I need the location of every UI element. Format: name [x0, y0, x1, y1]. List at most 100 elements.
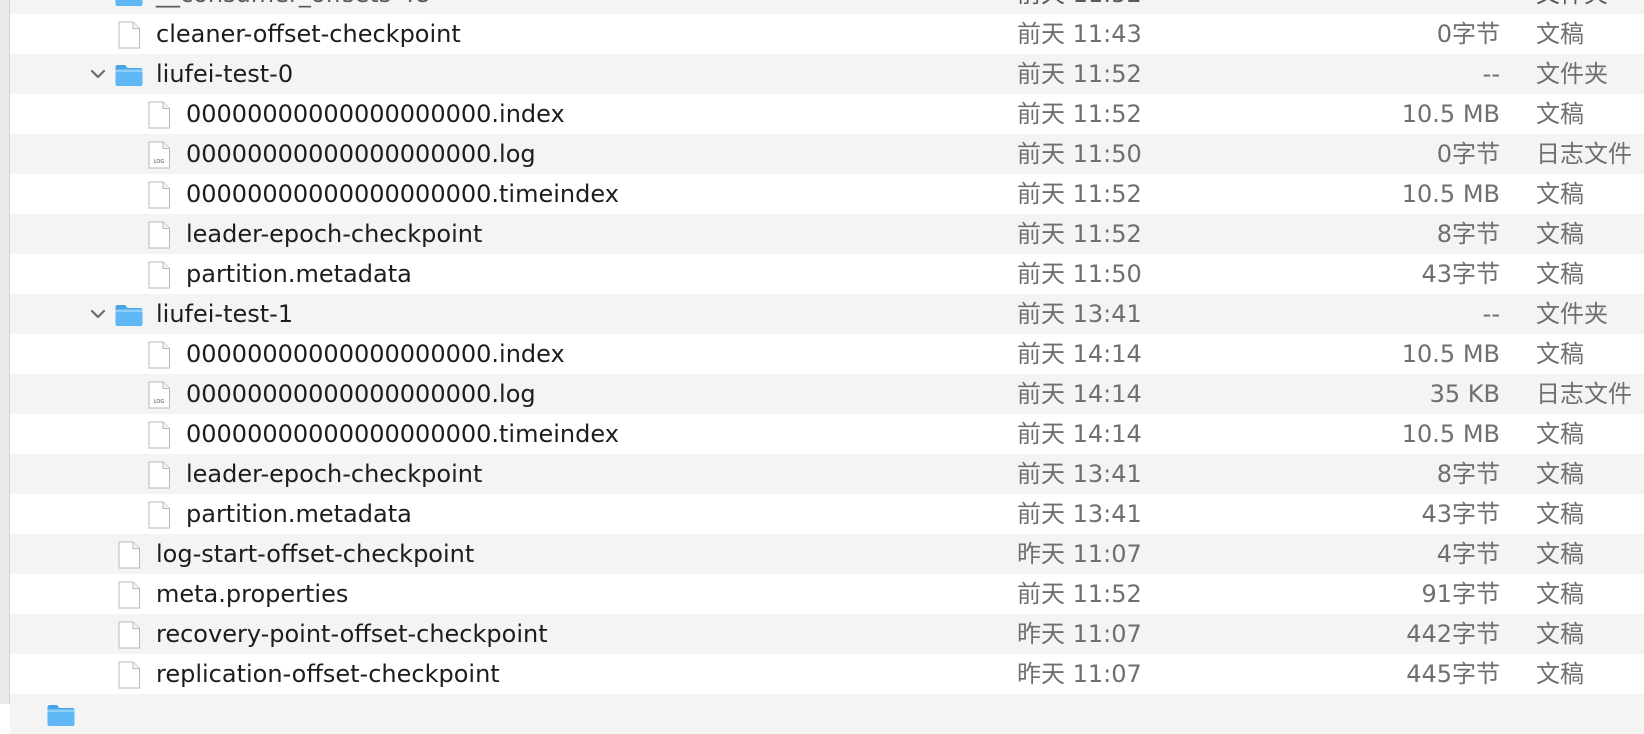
file-size: 43字节: [1421, 260, 1500, 288]
file-row[interactable]: partition.metadata 前天 13:41 43字节 文稿: [10, 494, 1644, 534]
date-modified: 前天 11:52: [1017, 580, 1142, 608]
file-row[interactable]: recovery-point-offset-checkpoint 昨天 11:07…: [10, 614, 1644, 654]
file-size: 10.5 MB: [1401, 180, 1500, 208]
file-row[interactable]: 00000000000000000000.index 前天 14:14 10.5 M…: [10, 334, 1644, 374]
file-kind: 文稿: [1536, 340, 1584, 368]
date-modified: 前天 11:52: [1017, 0, 1142, 14]
file-kind: 文稿: [1536, 420, 1584, 448]
log-badge-text: LOG: [154, 399, 165, 405]
date-modified: 前天 14:14: [1017, 420, 1142, 448]
file-size: 91字节: [1421, 580, 1500, 608]
folder-row[interactable]: [10, 694, 1644, 734]
chevron-down-icon[interactable]: [87, 0, 109, 5]
file-list: __consumer_offsets-48 前天 11:52 文件夹 cleaner…: [10, 0, 1644, 734]
date-modified: 昨天 11:07: [1017, 660, 1142, 688]
file-row[interactable]: replication-offset-checkpoint 昨天 11:07 445…: [10, 654, 1644, 694]
file-kind: 文稿: [1536, 260, 1584, 288]
file-name: 00000000000000000000.log: [186, 380, 536, 408]
log-file-icon: LOG: [147, 141, 171, 169]
document-icon: [147, 461, 171, 489]
date-modified: 前天 13:41: [1017, 500, 1142, 528]
file-kind: 文稿: [1536, 220, 1584, 248]
file-name: log-start-offset-checkpoint: [156, 540, 475, 568]
date-modified: 前天 11:52: [1017, 180, 1142, 208]
file-row[interactable]: 00000000000000000000.index 前天 11:52 10.5 M…: [10, 94, 1644, 134]
file-size: 445字节: [1406, 660, 1500, 688]
window-left-edge: [0, 0, 10, 704]
date-modified: 前天 14:14: [1017, 380, 1142, 408]
file-row[interactable]: LOG 00000000000000000000.log 前天 11:50 0字节 日…: [10, 134, 1644, 174]
file-size: 8字节: [1436, 220, 1500, 248]
file-size: 8字节: [1436, 460, 1500, 488]
file-row[interactable]: log-start-offset-checkpoint 昨天 11:07 4字节 文稿: [10, 534, 1644, 574]
file-name: leader-epoch-checkpoint: [186, 460, 483, 488]
file-kind: 文稿: [1536, 20, 1584, 48]
folder-icon: [114, 303, 144, 327]
file-kind: 文稿: [1536, 660, 1584, 688]
log-file-icon: LOG: [147, 381, 171, 409]
date-modified: 前天 11:50: [1017, 140, 1142, 168]
file-name: leader-epoch-checkpoint: [186, 220, 483, 248]
folder-icon: [46, 703, 76, 727]
file-size: 10.5 MB: [1401, 100, 1500, 128]
file-kind: 文稿: [1536, 180, 1584, 208]
folder-icon: [114, 0, 144, 7]
file-kind: 文稿: [1536, 460, 1584, 488]
file-name: 00000000000000000000.index: [186, 100, 565, 128]
file-name: recovery-point-offset-checkpoint: [156, 620, 548, 648]
file-size: 4字节: [1436, 540, 1500, 568]
file-size: 10.5 MB: [1401, 340, 1500, 368]
date-modified: 前天 11:52: [1017, 60, 1142, 88]
file-name: partition.metadata: [186, 500, 412, 528]
file-name: 00000000000000000000.index: [186, 340, 565, 368]
folder-row[interactable]: liufei-test-0 前天 11:52 -- 文件夹: [10, 54, 1644, 94]
date-modified: 前天 11:43: [1017, 20, 1142, 48]
folder-row[interactable]: liufei-test-1 前天 13:41 -- 文件夹: [10, 294, 1644, 334]
folder-row[interactable]: __consumer_offsets-48 前天 11:52 文件夹: [10, 0, 1644, 14]
document-icon: [147, 181, 171, 209]
document-icon: [147, 101, 171, 129]
file-name: partition.metadata: [186, 260, 412, 288]
file-row[interactable]: meta.properties 前天 11:52 91字节 文稿: [10, 574, 1644, 614]
file-row[interactable]: leader-epoch-checkpoint 前天 11:52 8字节 文稿: [10, 214, 1644, 254]
file-kind: 日志文件: [1536, 140, 1632, 168]
file-size: 0字节: [1436, 20, 1500, 48]
file-kind: 文件夹: [1536, 0, 1608, 14]
file-row[interactable]: cleaner-offset-checkpoint 前天 11:43 0字节 文稿: [10, 14, 1644, 54]
date-modified: 前天 11:50: [1017, 260, 1142, 288]
document-icon: [147, 341, 171, 369]
date-modified: 昨天 11:07: [1017, 540, 1142, 568]
document-icon: [147, 501, 171, 529]
file-size: --: [1482, 60, 1500, 88]
chevron-down-icon[interactable]: [87, 63, 109, 85]
file-name: 00000000000000000000.log: [186, 140, 536, 168]
date-modified: 前天 14:14: [1017, 340, 1142, 368]
file-name: __consumer_offsets-48: [156, 0, 430, 14]
log-badge-text: LOG: [154, 159, 165, 165]
file-size: --: [1482, 300, 1500, 328]
date-modified: 前天 13:41: [1017, 460, 1142, 488]
file-size: 43字节: [1421, 500, 1500, 528]
document-icon: [117, 621, 141, 649]
file-kind: 文稿: [1536, 540, 1584, 568]
file-kind: 日志文件: [1536, 380, 1632, 408]
file-name: liufei-test-1: [156, 300, 294, 328]
file-name: liufei-test-0: [156, 60, 294, 88]
chevron-down-icon[interactable]: [87, 303, 109, 325]
file-row[interactable]: partition.metadata 前天 11:50 43字节 文稿: [10, 254, 1644, 294]
document-icon: [117, 661, 141, 689]
file-row[interactable]: leader-epoch-checkpoint 前天 13:41 8字节 文稿: [10, 454, 1644, 494]
file-size: 35 KB: [1429, 380, 1500, 408]
file-name: meta.properties: [156, 580, 349, 608]
file-name: 00000000000000000000.timeindex: [186, 420, 619, 448]
date-modified: 前天 13:41: [1017, 300, 1142, 328]
file-row[interactable]: 00000000000000000000.timeindex 前天 14:14 10…: [10, 414, 1644, 454]
document-icon: [117, 541, 141, 569]
file-kind: 文稿: [1536, 580, 1584, 608]
date-modified: 前天 11:52: [1017, 220, 1142, 248]
file-size: 10.5 MB: [1401, 420, 1500, 448]
document-icon: [147, 261, 171, 289]
file-row[interactable]: 00000000000000000000.timeindex 前天 11:52 10…: [10, 174, 1644, 214]
file-row[interactable]: LOG 00000000000000000000.log 前天 14:14 35 K…: [10, 374, 1644, 414]
date-modified: 昨天 11:07: [1017, 620, 1142, 648]
